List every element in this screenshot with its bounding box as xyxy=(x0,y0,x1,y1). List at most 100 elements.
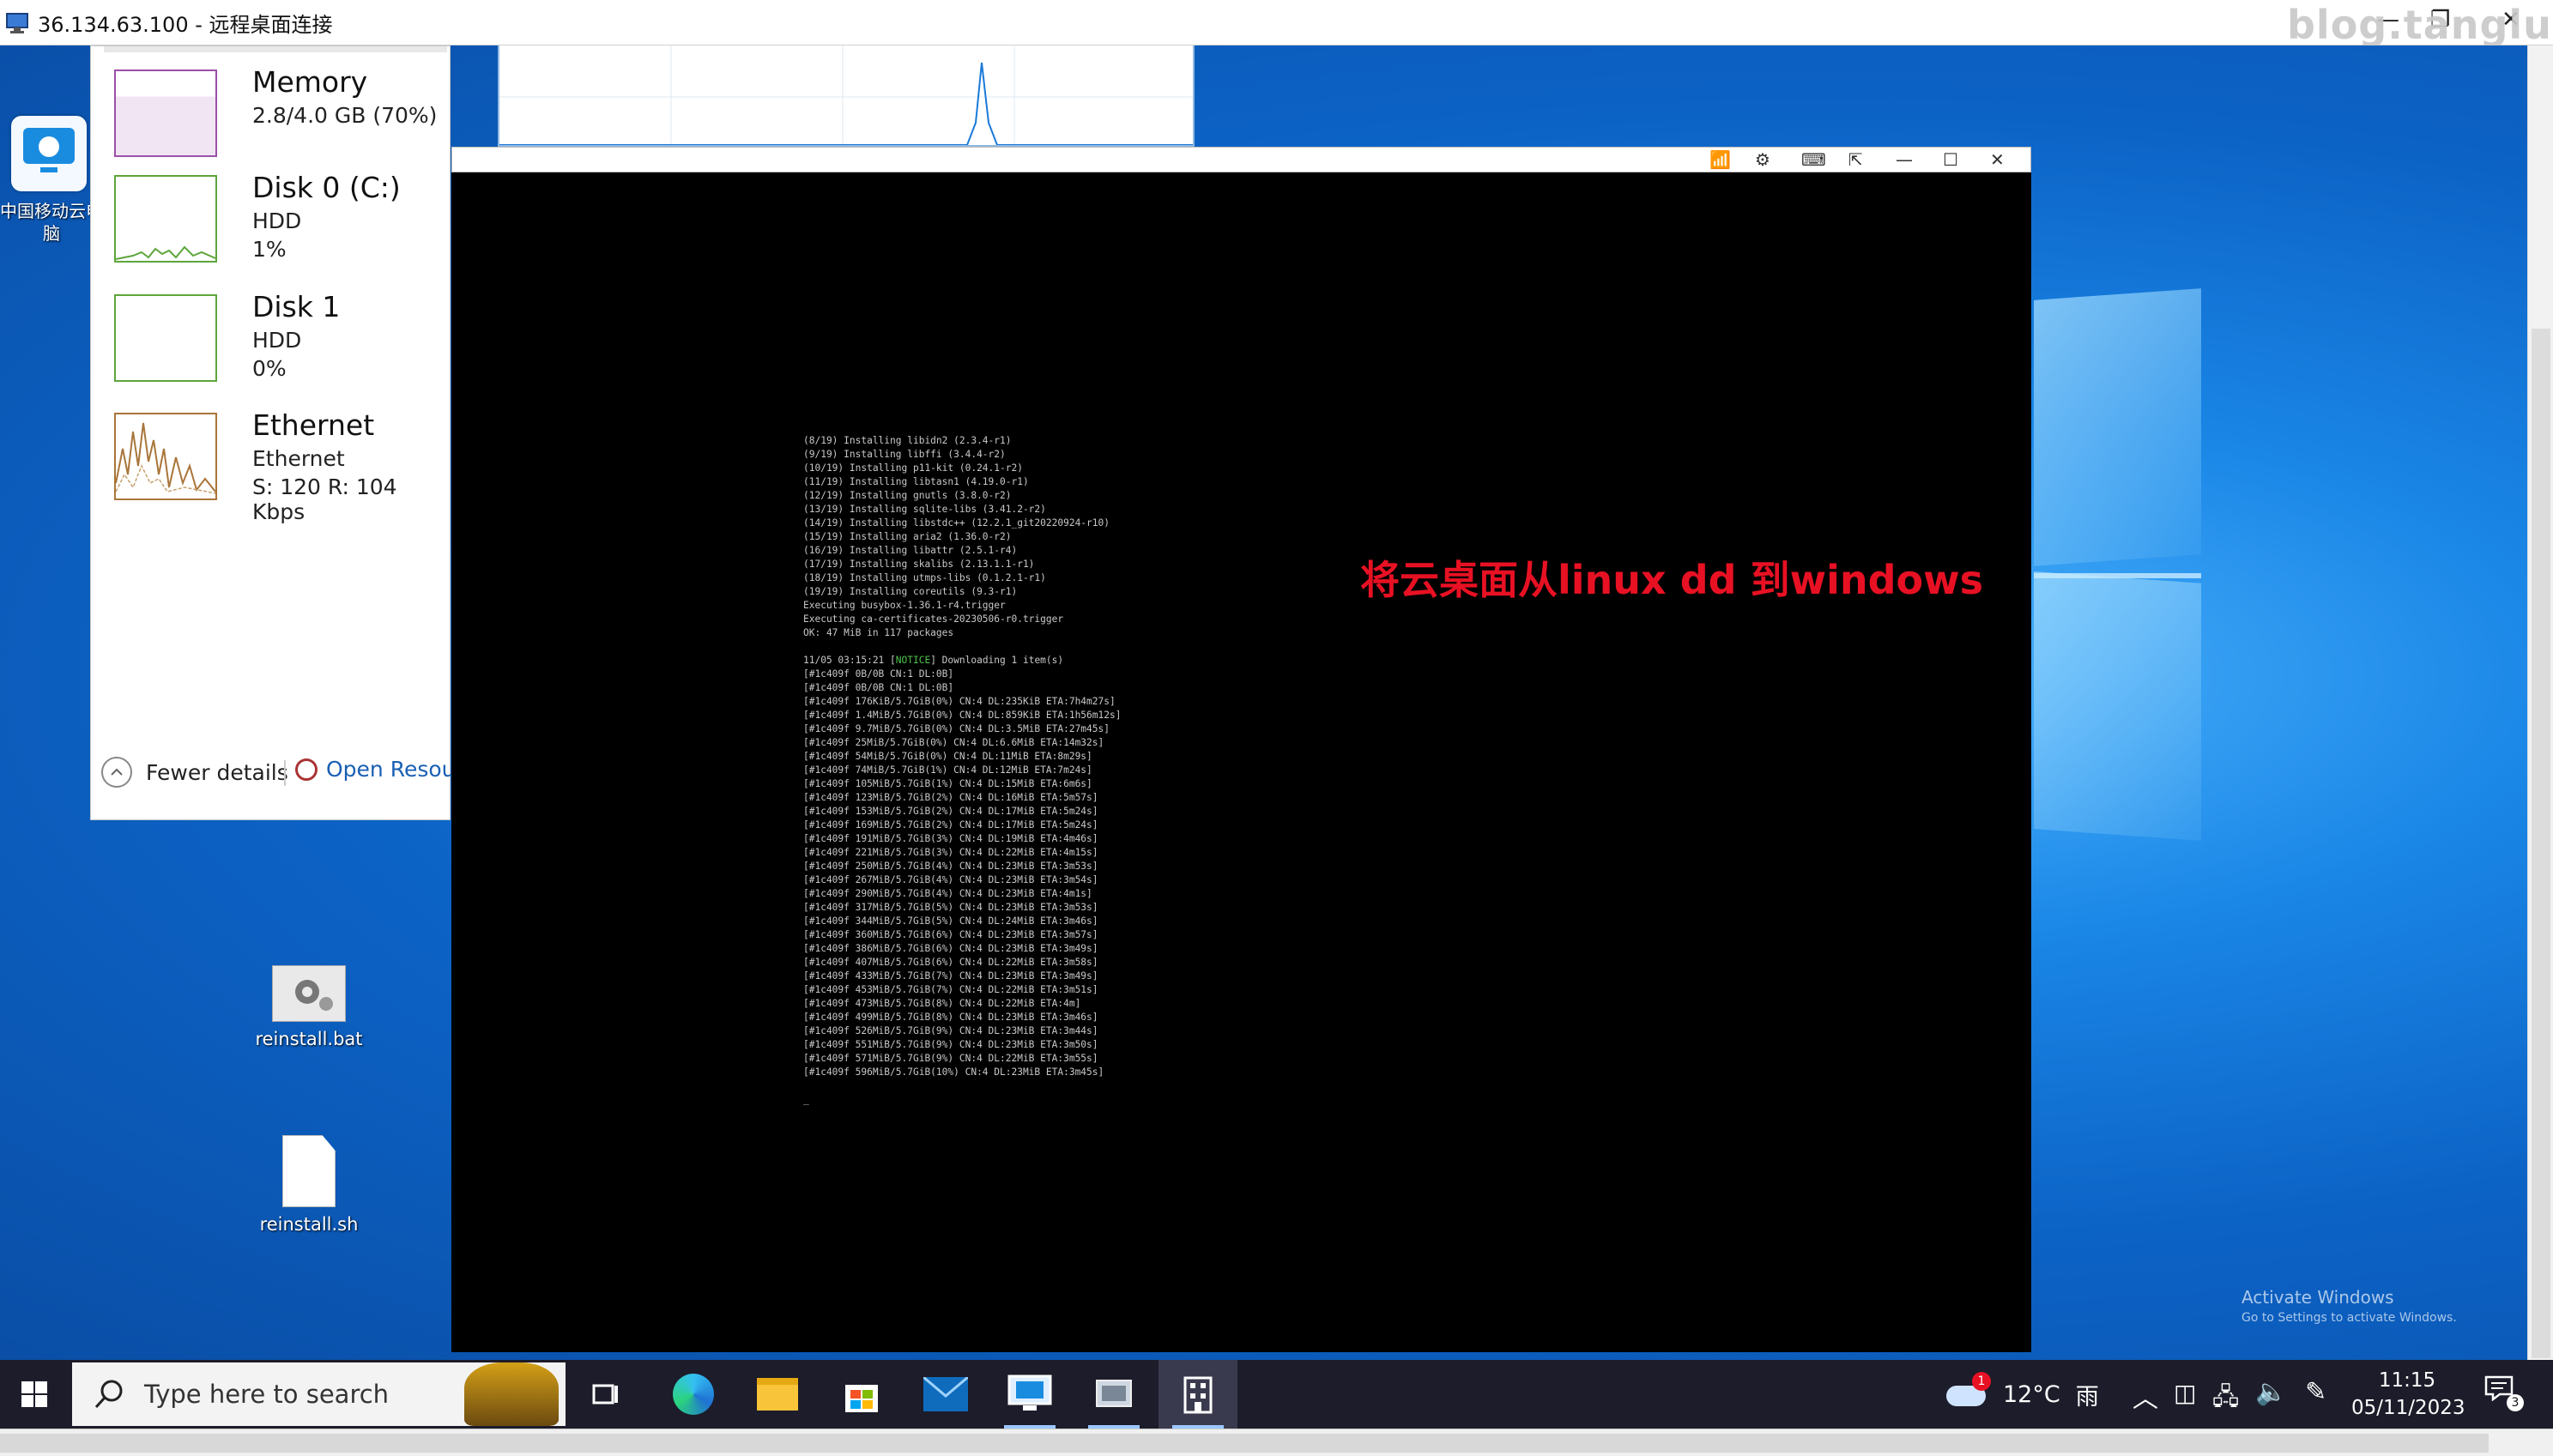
disk1-graph xyxy=(114,294,217,382)
gear-icon[interactable]: ⚙ xyxy=(1755,149,1770,170)
notification-center-button[interactable]: 3 xyxy=(2484,1375,2527,1415)
network-icon[interactable]: 🖧 xyxy=(2212,1379,2239,1420)
console-line: [#1c409f 54MiB/5.7GiB(0%) CN:4 DL:11MiB … xyxy=(803,751,1092,762)
store-icon xyxy=(845,1385,878,1412)
desktop-icon-reinstall-sh[interactable]: reinstall.sh xyxy=(249,1135,369,1235)
search-placeholder: Type here to search xyxy=(144,1380,390,1409)
cloud-pc-icon xyxy=(11,116,87,191)
console-line: [#1c409f 250MiB/5.7GiB(4%) CN:4 DL:23MiB… xyxy=(803,861,1098,872)
console-line: [#1c409f 571MiB/5.7GiB(9%) CN:4 DL:22MiB… xyxy=(803,1053,1098,1064)
volume-icon[interactable]: 🔈 xyxy=(2255,1377,2287,1407)
console-line: [#1c409f 453MiB/5.7GiB(7%) CN:4 DL:22MiB… xyxy=(803,984,1098,995)
clock[interactable]: 11:15 05/11/2023 xyxy=(2351,1367,2465,1422)
keyboard-icon[interactable]: ⌨ xyxy=(1801,149,1826,170)
weather-widget[interactable]: 1 12°C 雨 xyxy=(1946,1360,2099,1429)
search-box[interactable]: Type here to search xyxy=(72,1362,566,1426)
scrollbar-thumb[interactable] xyxy=(2532,329,2550,1358)
console-screen[interactable]: (8/19) Installing libidn2 (2.3.4-r1) (9/1… xyxy=(451,172,2031,1352)
console-line: [#1c409f 153MiB/5.7GiB(2%) CN:4 DL:17MiB… xyxy=(803,806,1098,817)
scrollbar-thumb[interactable] xyxy=(0,1434,2489,1453)
start-button[interactable] xyxy=(0,1360,69,1429)
perf-item-ethernet[interactable]: Ethernet Ethernet S: 120 R: 104 Kbps xyxy=(108,408,443,524)
console-line: [#1c409f 344MiB/5.7GiB(5%) CN:4 DL:24MiB… xyxy=(803,915,1098,927)
memory-graph xyxy=(114,69,217,157)
exit-icon[interactable]: ⇱ xyxy=(1848,149,1863,170)
taskbar-app-console-viewer[interactable] xyxy=(1074,1360,1153,1429)
console-line: [#1c409f 499MiB/5.7GiB(8%) CN:4 DL:23MiB… xyxy=(803,1012,1098,1023)
selected-item-strip xyxy=(104,46,447,52)
console-line: (19/19) Installing coreutils (9.3-r1) xyxy=(803,586,1018,597)
perf-item-name: Memory xyxy=(252,65,368,99)
mail-icon xyxy=(923,1377,968,1411)
perf-item-name: Disk 1 xyxy=(252,290,341,323)
windows-logo-pane xyxy=(2034,288,2201,566)
minimize-icon[interactable]: — xyxy=(1896,149,1913,170)
weather-description: 雨 xyxy=(2075,1383,2099,1411)
desktop-icon-label: reinstall.bat xyxy=(255,1029,363,1049)
console-line: (9/19) Installing libffi (3.4.4-r2) xyxy=(803,449,1006,460)
rdp-title-bar: 36.134.63.100 - 远程桌面连接 — ❐ ✕ xyxy=(0,0,2553,45)
activate-windows-title: Activate Windows xyxy=(2241,1287,2394,1308)
fewer-details-button[interactable]: Fewer details xyxy=(101,757,288,788)
console-line: [#1c409f 407MiB/5.7GiB(6%) CN:4 DL:22MiB… xyxy=(803,957,1098,968)
perf-item-detail: 0% xyxy=(252,356,287,381)
perf-item-disk0[interactable]: Disk 0 (C:) HDD 1% xyxy=(108,171,443,272)
resource-monitor-icon xyxy=(295,758,318,781)
console-line: _ xyxy=(803,1094,809,1105)
clock-date: 05/11/2023 xyxy=(2351,1397,2465,1419)
console-line: [#1c409f 317MiB/5.7GiB(5%) CN:4 DL:23MiB… xyxy=(803,902,1098,913)
console-line: [#1c409f 25MiB/5.7GiB(0%) CN:4 DL:6.6MiB… xyxy=(803,737,1104,748)
console-line: [#1c409f 123MiB/5.7GiB(2%) CN:4 DL:16MiB… xyxy=(803,792,1098,803)
desktop-icon-cloud-pc[interactable]: 中国移动云电脑 xyxy=(0,116,103,244)
console-line: [#1c409f 9.7MiB/5.7GiB(0%) CN:4 DL:3.5Mi… xyxy=(803,723,1110,734)
console-line: [#1c409f 386MiB/5.7GiB(6%) CN:4 DL:23MiB… xyxy=(803,943,1098,954)
console-line: [#1c409f 473MiB/5.7GiB(8%) CN:4 DL:22MiB… xyxy=(803,998,1081,1009)
perf-item-disk1[interactable]: Disk 1 HDD 0% xyxy=(108,290,443,391)
meet-now-icon[interactable]: ◫ xyxy=(2174,1379,2196,1407)
console-line: [#1c409f 290MiB/5.7GiB(4%) CN:4 DL:23MiB… xyxy=(803,888,1092,899)
console-line: (12/19) Installing gnutls (3.8.0-r2) xyxy=(803,490,1012,501)
taskbar-app-store[interactable] xyxy=(822,1360,901,1429)
console-line: OK: 47 MiB in 117 packages xyxy=(803,627,954,638)
desktop-icon-label: reinstall.sh xyxy=(259,1214,359,1235)
search-highlight-image xyxy=(464,1362,559,1426)
console-line: (15/19) Installing aria2 (1.36.0-r2) xyxy=(803,531,1012,542)
console-line: [#1c409f 176KiB/5.7GiB(0%) CN:4 DL:235Ki… xyxy=(803,696,1116,707)
search-icon xyxy=(93,1378,125,1411)
desktop-icon-reinstall-bat[interactable]: reinstall.bat xyxy=(249,965,369,1049)
console-line: [#1c409f 0B/0B CN:1 DL:0B] xyxy=(803,682,954,693)
maximize-icon[interactable]: ☐ xyxy=(1943,149,1958,170)
vertical-scrollbar[interactable] xyxy=(2527,45,2553,1360)
perf-item-detail: HDD xyxy=(252,208,302,233)
console-line: [#1c409f 433MiB/5.7GiB(7%) CN:4 DL:23MiB… xyxy=(803,970,1098,982)
chevron-up-icon[interactable]: ︿ xyxy=(2133,1377,2158,1415)
console-line: (14/19) Installing libstdc++ (12.2.1_git… xyxy=(803,517,1110,529)
clock-time: 11:15 xyxy=(2378,1369,2436,1392)
taskbar-app-edge[interactable] xyxy=(654,1360,733,1429)
taskbar-app-file-explorer[interactable] xyxy=(738,1360,817,1429)
console-line: [#1c409f 551MiB/5.7GiB(9%) CN:4 DL:23MiB… xyxy=(803,1039,1098,1050)
signal-icon[interactable]: 📶 xyxy=(1709,149,1731,170)
ethernet-graph xyxy=(114,413,217,500)
console-line: [#1c409f 267MiB/5.7GiB(4%) CN:4 DL:23MiB… xyxy=(803,874,1098,885)
taskbar-app-building[interactable] xyxy=(1159,1360,1237,1429)
pen-icon[interactable]: ✎ xyxy=(2305,1377,2326,1407)
console-line: [#1c409f 74MiB/5.7GiB(1%) CN:4 DL:12MiB … xyxy=(803,764,1092,776)
console-line: (17/19) Installing skalibs (2.13.1.1-r1) xyxy=(803,559,1035,570)
console-line: [#1c409f 221MiB/5.7GiB(3%) CN:4 DL:22MiB… xyxy=(803,847,1098,858)
perf-item-memory[interactable]: Memory 2.8/4.0 GB (70%) xyxy=(108,65,443,166)
edge-icon xyxy=(673,1374,714,1415)
taskbar-app-remote-desktop[interactable] xyxy=(990,1360,1069,1429)
console-line: [#1c409f 360MiB/5.7GiB(6%) CN:4 DL:23MiB… xyxy=(803,929,1098,940)
task-view-button[interactable] xyxy=(566,1360,645,1429)
rdp-window-title: 36.134.63.100 - 远程桌面连接 xyxy=(38,12,333,37)
overlay-annotation: 将云桌面从linux dd 到windows xyxy=(1360,557,1984,603)
taskbar-app-mail[interactable] xyxy=(906,1360,985,1429)
weather-temperature: 12°C xyxy=(2003,1380,2060,1408)
close-icon[interactable]: ✕ xyxy=(1990,149,2005,170)
horizontal-scrollbar[interactable] xyxy=(0,1429,2553,1456)
console-line: (10/19) Installing p11-kit (0.24.1-r2) xyxy=(803,462,1023,474)
activate-windows-notice: Activate Windows Go to Settings to activ… xyxy=(2241,1287,2457,1325)
